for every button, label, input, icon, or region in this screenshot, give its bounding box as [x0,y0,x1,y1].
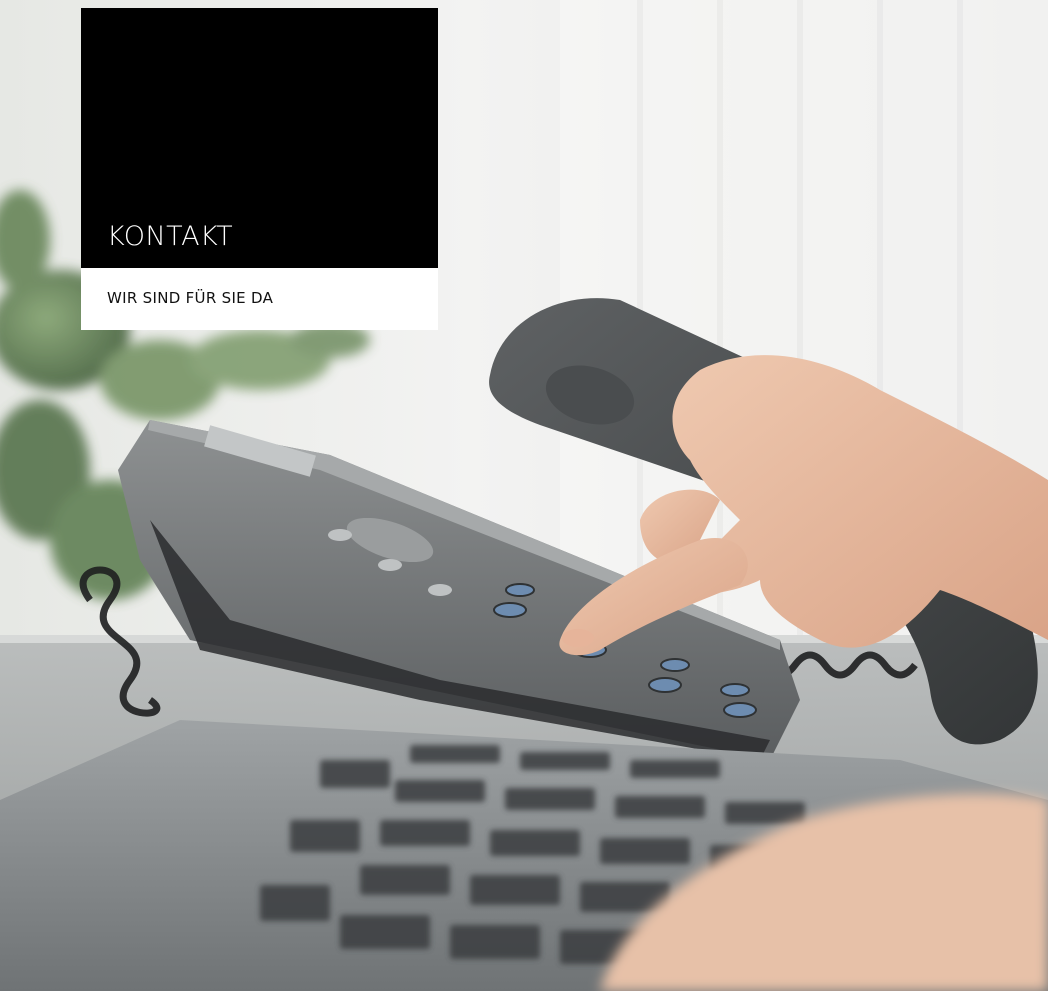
hero-image: KONTAKT WIR SIND FÜR SIE DA [0,0,1048,991]
page-subtitle-box: WIR SIND FÜR SIE DA [81,268,438,330]
page-subtitle: WIR SIND FÜR SIE DA [107,289,274,307]
page-title: KONTAKT [107,221,234,252]
page-title-box: KONTAKT [81,8,438,268]
